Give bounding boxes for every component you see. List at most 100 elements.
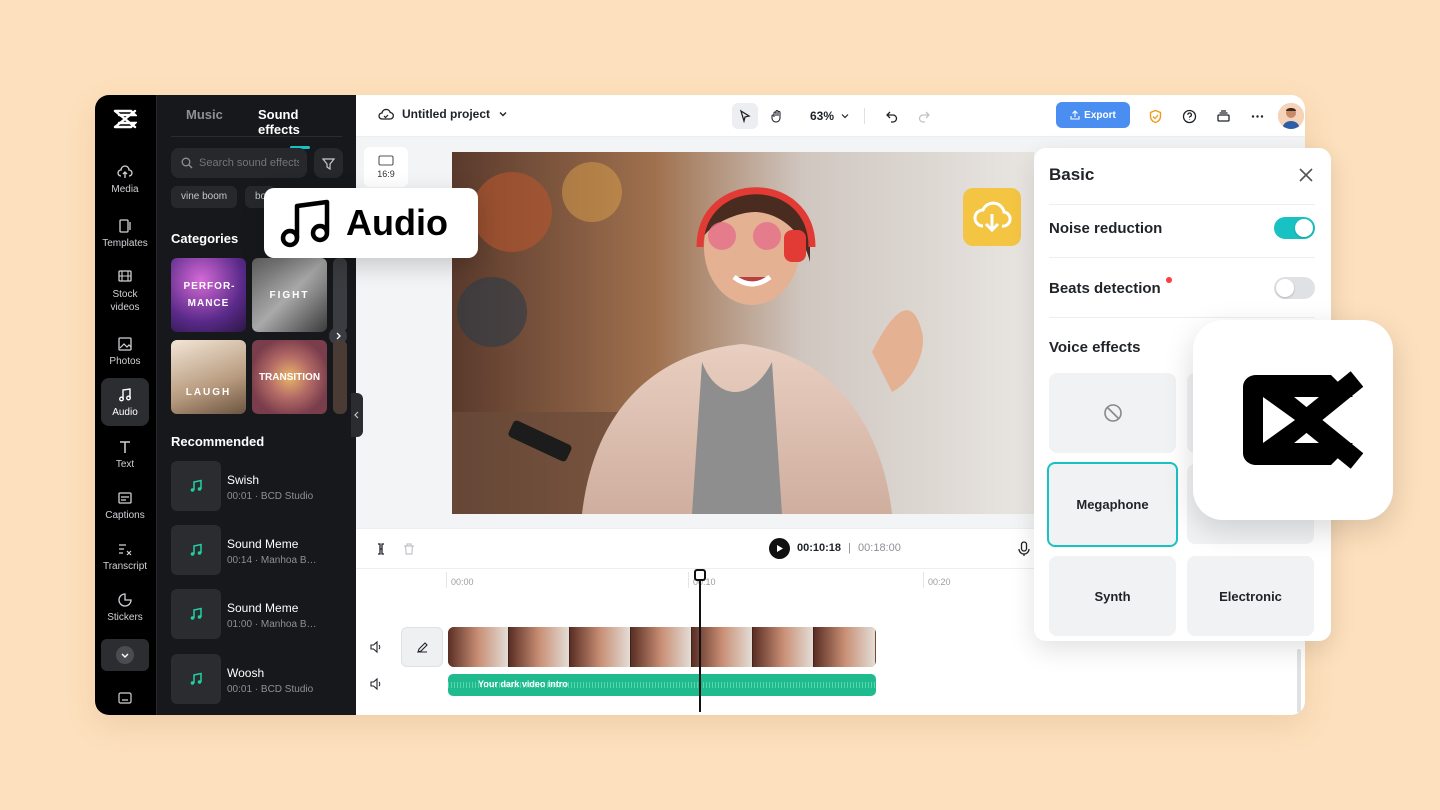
rail-item-label: Photos <box>109 355 141 367</box>
close-icon[interactable] <box>1297 166 1315 184</box>
speaker-icon[interactable] <box>369 677 383 691</box>
rail-item-photos[interactable]: Photos <box>101 327 149 375</box>
select-tool-button[interactable] <box>732 103 758 129</box>
project-menu[interactable]: Untitled project <box>378 107 508 121</box>
category-label: LAUGH <box>185 386 232 398</box>
divider <box>1049 317 1315 318</box>
chevron-right-icon <box>336 332 341 340</box>
microphone-icon[interactable] <box>1017 541 1031 557</box>
search-input[interactable] <box>199 157 299 169</box>
voice-effect-none[interactable] <box>1049 373 1176 453</box>
rail-item-stickers[interactable]: Stickers <box>101 583 149 631</box>
audio-track-clip[interactable]: Your dark video intro <box>448 674 876 696</box>
speaker-icon[interactable] <box>369 640 383 654</box>
undo-button[interactable] <box>879 103 905 129</box>
list-item[interactable]: Sound Meme 00:14 · Manhoa Bea <box>171 525 351 575</box>
cloud-upload-icon <box>117 164 133 178</box>
zoom-dropdown[interactable]: 63% <box>810 109 850 123</box>
voice-effect-electronic[interactable]: Electronic <box>1187 556 1314 636</box>
layers-button[interactable] <box>1210 103 1236 129</box>
play-button[interactable] <box>769 538 790 559</box>
category-card[interactable]: TRANSITION <box>252 340 327 414</box>
capcut-logo-badge <box>1193 320 1393 520</box>
filter-button[interactable] <box>314 148 343 178</box>
category-card[interactable] <box>333 258 347 332</box>
capcut-logo-icon <box>1243 371 1363 469</box>
beats-detection-toggle[interactable] <box>1274 277 1315 299</box>
chevron-left-icon <box>354 411 359 419</box>
filter-icon <box>322 157 335 170</box>
edit-cover-button[interactable] <box>401 627 443 667</box>
redo-button[interactable] <box>911 103 937 129</box>
panel-tabs: Music Sound effects <box>171 107 342 149</box>
category-card[interactable]: PERFOR-MANCE <box>171 258 246 332</box>
list-item[interactable]: Swish 00:01 · BCD Studio <box>171 461 351 511</box>
timeline-scrollbar[interactable] <box>1297 649 1301 713</box>
rail-item-label: Transcript <box>102 560 148 572</box>
list-item[interactable]: Sound Meme 01:00 · Manhoa Bea <box>171 589 351 639</box>
help-button[interactable] <box>1176 103 1202 129</box>
cloud-download-icon <box>973 201 1012 233</box>
panel-collapse-handle[interactable] <box>351 393 363 437</box>
noise-reduction-toggle[interactable] <box>1274 217 1315 239</box>
category-card[interactable] <box>333 340 347 414</box>
chevron-down-icon <box>116 646 134 664</box>
more-tools-button[interactable] <box>101 639 149 671</box>
download-button[interactable] <box>963 188 1021 246</box>
timecode: 00:10:18 | 00:18:00 <box>797 542 901 554</box>
category-card[interactable]: FIGHT <box>252 258 327 332</box>
rail-item-label: Stock videos <box>110 289 140 313</box>
rail-item-label: Text <box>115 458 135 470</box>
more-button[interactable] <box>1244 103 1270 129</box>
rail-item-templates[interactable]: Templates <box>101 209 149 257</box>
voice-effect-megaphone[interactable]: Megaphone <box>1047 462 1178 547</box>
aspect-ratio-icon <box>378 155 394 166</box>
search-icon <box>181 157 193 169</box>
search-chip[interactable]: vine boom <box>171 186 238 208</box>
aspect-ratio-button[interactable]: 16:9 <box>364 147 408 187</box>
stack-icon <box>1216 109 1230 122</box>
rail-item-label: Stickers <box>107 611 143 623</box>
tab-music[interactable]: Music <box>186 107 223 122</box>
rail-item-captions[interactable]: Captions <box>101 481 149 529</box>
rail-item-transcript[interactable]: Transcript <box>101 532 149 580</box>
video-preview[interactable] <box>452 152 1034 514</box>
clip-frame <box>448 627 509 667</box>
rail-item-media[interactable]: Media <box>101 155 149 203</box>
trash-icon[interactable] <box>402 542 416 556</box>
voice-effect-synth[interactable]: Synth <box>1049 556 1176 636</box>
tab-sound-effects[interactable]: Sound effects <box>258 107 342 149</box>
music-note-icon <box>119 387 131 401</box>
playhead-handle[interactable] <box>694 569 706 581</box>
captions-icon <box>118 491 132 504</box>
panel-title: Basic <box>1049 165 1095 184</box>
aspect-ratio-label: 16:9 <box>377 169 395 179</box>
sound-name: Sound Meme <box>227 537 299 551</box>
rail-item-audio[interactable]: Audio <box>101 378 149 426</box>
avatar[interactable] <box>1278 103 1304 129</box>
hand-tool-button[interactable] <box>764 103 790 129</box>
toggle-knob <box>1295 219 1313 237</box>
split-icon[interactable] <box>374 542 388 556</box>
capcut-logo-icon <box>113 109 137 129</box>
shield-button[interactable] <box>1142 103 1168 129</box>
category-card[interactable]: LAUGH <box>171 340 246 414</box>
category-label: FIGHT <box>269 289 310 301</box>
export-button[interactable]: Export <box>1056 102 1130 128</box>
export-label: Export <box>1084 109 1116 121</box>
sound-meta: 00:01 · BCD Studio <box>227 684 314 695</box>
list-item[interactable]: Woosh 00:01 · BCD Studio <box>171 654 351 704</box>
keyboard-icon[interactable] <box>118 692 132 704</box>
film-icon <box>118 270 132 282</box>
more-horizontal-icon <box>1251 114 1263 118</box>
video-track-clip[interactable] <box>448 627 876 667</box>
category-label: PERFOR-MANCE <box>183 281 236 309</box>
clip-frame <box>692 627 753 667</box>
rail-item-text[interactable]: Text <box>101 430 149 478</box>
music-note-icon <box>171 525 221 575</box>
cloud-icon <box>378 108 394 120</box>
playhead[interactable] <box>699 569 701 712</box>
rail-item-stock-videos[interactable]: Stock videos <box>101 263 149 319</box>
image-icon <box>118 336 132 351</box>
tick-mark <box>923 572 924 588</box>
